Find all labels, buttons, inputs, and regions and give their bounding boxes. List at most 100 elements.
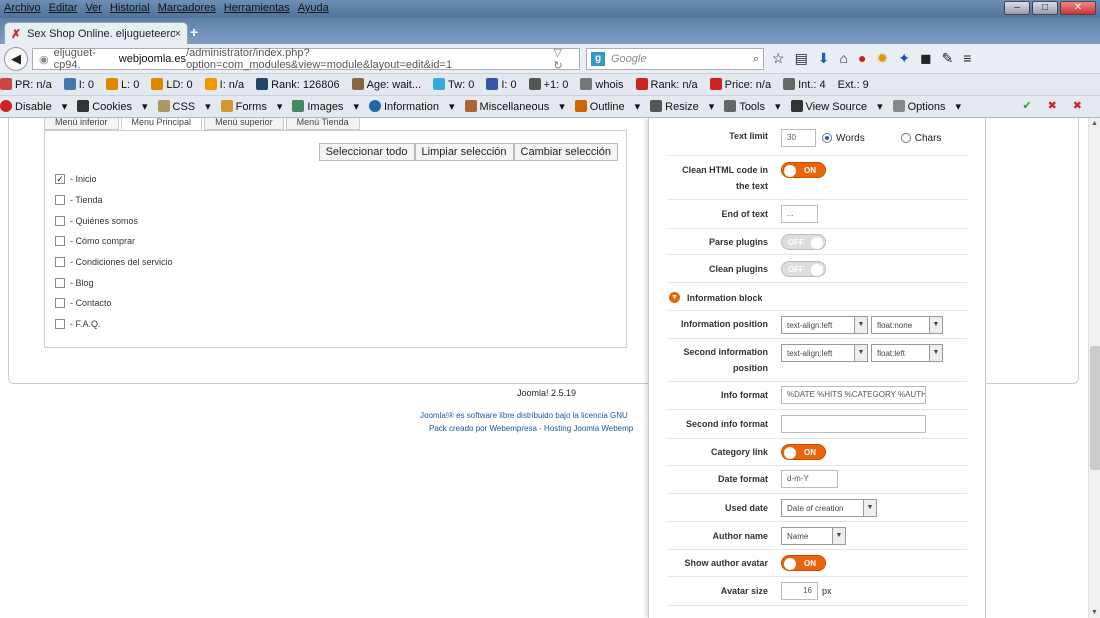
scroll-down-icon[interactable]: ▼ bbox=[1091, 609, 1098, 616]
list-item[interactable]: - Contacto bbox=[55, 293, 173, 314]
dev-misc[interactable]: Miscellaneous ▾ bbox=[464, 100, 565, 113]
information-block-header[interactable]: ▼ Information block bbox=[669, 292, 763, 303]
scroll-up-icon[interactable]: ▲ bbox=[1091, 120, 1098, 127]
seo-rank[interactable]: Rank: 126806 bbox=[256, 78, 346, 91]
addon-icon[interactable]: ✹ bbox=[876, 50, 888, 67]
menu-historial[interactable]: Historial bbox=[110, 2, 150, 14]
maximize-button[interactable]: □ bbox=[1032, 1, 1058, 15]
search-box[interactable]: g Google ⌕ bbox=[586, 48, 764, 70]
invert-selection-button[interactable]: Cambiar selección bbox=[513, 143, 618, 161]
info-position-float-select[interactable]: float:none ▼ bbox=[871, 316, 943, 334]
reload-icon[interactable]: ▽ ↻ bbox=[553, 46, 573, 72]
dev-view-source[interactable]: View Source ▾ bbox=[790, 100, 883, 113]
seo-facebook[interactable]: I: 0 bbox=[486, 78, 522, 91]
seo-age[interactable]: Age: wait... bbox=[351, 78, 427, 91]
page-scrollbar[interactable]: ▲ ▼ bbox=[1088, 118, 1100, 618]
info-format-input[interactable]: %DATE %HITS %CATEGORY %AUTHOI bbox=[781, 386, 926, 404]
list-item[interactable]: - F.A.Q. bbox=[55, 314, 173, 335]
clear-selection-button[interactable]: Limpiar selección bbox=[414, 143, 514, 161]
search-icon[interactable]: ⌕ bbox=[753, 53, 759, 66]
close-window-button[interactable]: ✕ bbox=[1060, 1, 1096, 15]
new-tab-button[interactable]: + bbox=[190, 24, 198, 40]
checkbox-contacto[interactable] bbox=[55, 298, 65, 309]
checkbox-condiciones[interactable] bbox=[55, 257, 65, 268]
seo-pr[interactable]: PR: n/a bbox=[0, 78, 58, 91]
checkbox-inicio[interactable]: ✓ bbox=[55, 174, 65, 185]
seo-int[interactable]: Int.: 4 bbox=[783, 78, 832, 91]
clean-html-toggle[interactable]: ON bbox=[781, 162, 826, 178]
menu-ver[interactable]: Ver bbox=[85, 2, 102, 14]
pack-credit-text[interactable]: Pack creado por Webempresa - Hosting Joo… bbox=[429, 424, 633, 433]
tab-menu-inferior[interactable]: Menú inferior bbox=[44, 118, 119, 130]
list-item[interactable]: - Cómo comprar bbox=[55, 231, 173, 252]
checkbox-faq[interactable] bbox=[55, 319, 65, 330]
menu-editar[interactable]: Editar bbox=[49, 2, 78, 14]
checkbox-como-comprar[interactable] bbox=[55, 236, 65, 247]
seo-twitter[interactable]: Tw: 0 bbox=[433, 78, 480, 91]
browser-tab[interactable]: ✗ Sex Shop Online. eljugueteerot... × bbox=[4, 22, 188, 44]
tab-close-icon[interactable]: × bbox=[175, 28, 181, 40]
warning-icon[interactable]: ✖ bbox=[1073, 99, 1082, 112]
seo-whois[interactable]: whois bbox=[580, 78, 629, 91]
second-info-float-select[interactable]: float:left ▼ bbox=[871, 344, 943, 362]
end-of-text-input[interactable]: ... bbox=[781, 205, 818, 223]
dev-images[interactable]: Images ▾ bbox=[292, 100, 359, 113]
show-author-avatar-toggle[interactable]: ON bbox=[781, 555, 826, 571]
author-name-select[interactable]: Name ▼ bbox=[781, 527, 846, 545]
info-position-align-select[interactable]: text-align:left ▼ bbox=[781, 316, 868, 334]
words-radio[interactable] bbox=[822, 133, 832, 143]
back-button[interactable]: ◀ bbox=[4, 47, 28, 71]
list-item[interactable]: - Quiénes somos bbox=[55, 210, 173, 231]
second-info-align-select[interactable]: text-align:left ▼ bbox=[781, 344, 868, 362]
dev-css[interactable]: CSS ▾ bbox=[157, 100, 211, 113]
seo-index[interactable]: I: 0 bbox=[63, 78, 100, 91]
used-date-select[interactable]: Date of creation ▼ bbox=[781, 499, 877, 517]
dev-options[interactable]: Options ▾ bbox=[892, 100, 961, 113]
tab-menu-superior[interactable]: Menú superior bbox=[204, 118, 284, 130]
url-bar[interactable]: ◉ eljuguet-cp94. webjoomla.es/administrat… bbox=[32, 46, 580, 72]
seo-price[interactable]: Price: n/a bbox=[709, 78, 777, 91]
scrollbar-thumb[interactable] bbox=[1090, 346, 1100, 470]
seo-ld[interactable]: LD: 0 bbox=[151, 78, 198, 91]
dev-tools[interactable]: Tools ▾ bbox=[724, 100, 781, 113]
avatar-size-input[interactable]: 16 bbox=[781, 582, 818, 600]
menu-herramientas[interactable]: Herramientas bbox=[224, 2, 290, 14]
seo-links[interactable]: L: 0 bbox=[105, 78, 145, 91]
clean-plugins-toggle[interactable]: OFF bbox=[781, 261, 826, 277]
seo-rank2[interactable]: Rank: n/a bbox=[635, 78, 704, 91]
chars-radio[interactable] bbox=[900, 133, 911, 143]
license-text[interactable]: Joomla!® es software libre distribuido b… bbox=[420, 411, 628, 420]
error-icon[interactable]: ✖ bbox=[1048, 99, 1057, 112]
adblock-icon[interactable]: ● bbox=[858, 50, 866, 67]
text-limit-input[interactable]: 30 bbox=[781, 129, 816, 147]
parse-plugins-toggle[interactable]: OFF bbox=[781, 234, 826, 250]
seo-i[interactable]: I: n/a bbox=[204, 78, 250, 91]
checkbox-tienda[interactable] bbox=[55, 195, 65, 206]
dev-cookies[interactable]: Cookies ▾ bbox=[77, 100, 148, 113]
seo-gplus[interactable]: +1: 0 bbox=[528, 78, 575, 91]
tab-menu-principal[interactable]: Menu Principal bbox=[120, 118, 203, 130]
home-icon[interactable]: ⌂ bbox=[840, 50, 848, 67]
tab-menu-tienda[interactable]: Menú Tienda bbox=[285, 118, 360, 130]
second-info-format-input[interactable] bbox=[781, 415, 926, 433]
bookmark-star-icon[interactable]: ☆ bbox=[772, 50, 785, 67]
date-format-input[interactable]: d-m-Y bbox=[781, 470, 838, 488]
checkbox-quienes-somos[interactable] bbox=[55, 215, 65, 226]
menu-archivo[interactable]: Archivo bbox=[4, 2, 41, 14]
dev-disable[interactable]: Disable ▾ bbox=[0, 100, 67, 113]
dev-information[interactable]: Information ▾ bbox=[368, 100, 455, 113]
minimize-button[interactable]: – bbox=[1004, 1, 1030, 15]
hamburger-menu-icon[interactable]: ≡ bbox=[963, 50, 971, 67]
select-all-button[interactable]: Seleccionar todo bbox=[318, 143, 415, 161]
menu-ayuda[interactable]: Ayuda bbox=[298, 2, 329, 14]
list-item[interactable]: - Condiciones del servicio bbox=[55, 252, 173, 273]
pocket-icon[interactable]: ◼ bbox=[920, 50, 932, 67]
list-item[interactable]: - Tienda bbox=[55, 190, 173, 211]
list-item[interactable]: - Blog bbox=[55, 272, 173, 293]
category-link-toggle[interactable]: ON bbox=[781, 444, 826, 460]
checkbox-blog[interactable] bbox=[55, 277, 65, 288]
sync-icon[interactable]: ✦ bbox=[898, 50, 910, 67]
bookmarks-list-icon[interactable]: ▤ bbox=[795, 50, 808, 67]
dev-resize[interactable]: Resize ▾ bbox=[650, 100, 714, 113]
dev-forms[interactable]: Forms ▾ bbox=[220, 100, 282, 113]
